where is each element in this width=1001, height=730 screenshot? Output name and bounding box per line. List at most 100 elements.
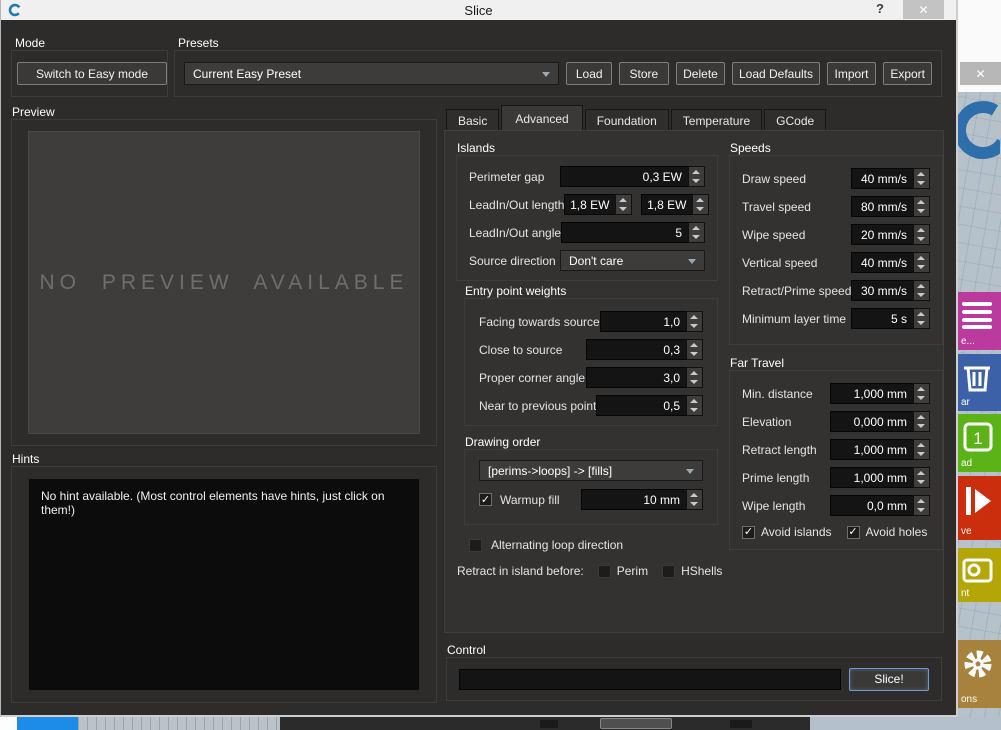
spinner-buttons[interactable] <box>692 194 709 215</box>
spinner-buttons[interactable] <box>913 308 930 329</box>
spin-value[interactable]: 0,0 mm <box>830 495 913 516</box>
export-button[interactable]: Export <box>883 62 932 85</box>
slice-button[interactable]: Slice! <box>849 668 929 691</box>
spinner-buttons[interactable] <box>686 311 703 332</box>
preset-select[interactable]: Current Easy Preset <box>184 62 559 85</box>
switch-to-easy-mode-button[interactable]: Switch to Easy mode <box>17 62 167 85</box>
warmup-fill-checkbox[interactable] <box>479 493 492 506</box>
spin-value[interactable]: 80 mm/s <box>851 196 913 217</box>
perim-checkbox[interactable] <box>598 565 611 578</box>
draw-speed-spinbox[interactable]: 40 mm/s <box>851 168 930 189</box>
load-defaults-button[interactable]: Load Defaults <box>732 62 819 85</box>
spin-value[interactable]: 1,000 mm <box>830 439 913 460</box>
dialog-close-button[interactable]: ✕ <box>903 0 944 19</box>
tab-basic[interactable]: Basic <box>446 109 499 131</box>
bottom-toolbar-button[interactable] <box>600 718 672 729</box>
spinner-buttons[interactable] <box>913 168 930 189</box>
avoid-islands-checkbox[interactable] <box>742 526 755 539</box>
spin-value[interactable]: 20 mm/s <box>851 224 913 245</box>
retract-perim-option: Perim <box>598 564 648 578</box>
spin-value[interactable]: 1,000 mm <box>830 383 913 404</box>
leadout-length-spinbox[interactable]: 1,8 EW <box>641 194 709 215</box>
drawing-order-select[interactable]: [perims->loops] -> [fills] <box>479 460 703 481</box>
field-label: Perimeter gap <box>469 170 544 184</box>
retract-length-spinbox[interactable]: 1,000 mm <box>830 439 930 460</box>
tab-gcode[interactable]: GCode <box>764 109 826 131</box>
close-to-source-spinbox[interactable]: 0,3 <box>586 339 703 360</box>
trash-icon <box>960 361 994 398</box>
spin-value[interactable]: 0,3 EW <box>560 166 688 187</box>
spin-value[interactable]: 1,000 mm <box>830 467 913 488</box>
leadinout-angle-spinbox[interactable]: 5 <box>561 222 705 243</box>
spinner-buttons[interactable] <box>615 194 632 215</box>
spinner-buttons[interactable] <box>913 252 930 273</box>
background-tile-clear[interactable]: ar <box>958 354 1001 411</box>
spin-value[interactable]: 0,000 mm <box>830 411 913 432</box>
dialog-body: Mode Switch to Easy mode Presets Current… <box>1 20 956 715</box>
spinner-buttons[interactable] <box>686 489 703 510</box>
hshells-checkbox[interactable] <box>662 565 675 578</box>
store-button[interactable]: Store <box>619 62 669 85</box>
vertical-speed-row: Vertical speed 40 mm/s <box>742 252 930 273</box>
spinner-buttons[interactable] <box>913 467 930 488</box>
spinner-buttons[interactable] <box>688 222 705 243</box>
spin-value[interactable]: 40 mm/s <box>851 168 913 189</box>
spinner-buttons[interactable] <box>686 367 703 388</box>
spin-value[interactable]: 1,8 EW <box>641 194 692 215</box>
spinner-buttons[interactable] <box>913 411 930 432</box>
field-label: Draw speed <box>742 172 806 186</box>
tab-foundation[interactable]: Foundation <box>585 109 669 131</box>
min-distance-spinbox[interactable]: 1,000 mm <box>830 383 930 404</box>
background-close-button[interactable]: ✕ <box>960 62 1001 85</box>
retract-prime-speed-spinbox[interactable]: 30 mm/s <box>851 280 930 301</box>
avoid-holes-checkbox[interactable] <box>847 526 860 539</box>
help-icon[interactable]: ? <box>872 1 888 16</box>
import-button[interactable]: Import <box>827 62 877 85</box>
spin-value[interactable]: 0,3 <box>586 339 686 360</box>
alternating-loop-checkbox[interactable] <box>469 539 482 552</box>
spin-value[interactable]: 3,0 <box>586 367 686 388</box>
source-direction-select[interactable]: Don't care <box>560 250 705 271</box>
tab-advanced[interactable]: Advanced <box>501 105 582 131</box>
background-tile-slice[interactable]: e... <box>958 292 1001 350</box>
facing-towards-source-spinbox[interactable]: 1,0 <box>600 311 703 332</box>
vertical-speed-spinbox[interactable]: 40 mm/s <box>851 252 930 273</box>
tab-temperature[interactable]: Temperature <box>671 109 762 131</box>
spin-value[interactable]: 0,5 <box>596 395 686 416</box>
spin-value[interactable]: 1,0 <box>600 311 686 332</box>
load-button[interactable]: Load <box>566 62 612 85</box>
spinner-buttons[interactable] <box>688 166 705 187</box>
near-to-previous-point-spinbox[interactable]: 0,5 <box>596 395 703 416</box>
spin-value[interactable]: 10 mm <box>581 489 686 510</box>
spin-value[interactable]: 40 mm/s <box>851 252 913 273</box>
warmup-fill-spinbox[interactable]: 10 mm <box>581 489 703 510</box>
background-tile-load[interactable]: 1 ad <box>958 414 1001 472</box>
spinner-buttons[interactable] <box>913 495 930 516</box>
spin-value[interactable]: 1,8 EW <box>564 194 615 215</box>
minimum-layer-time-spinbox[interactable]: 5 s <box>851 308 930 329</box>
spinner-buttons[interactable] <box>913 439 930 460</box>
wipe-length-spinbox[interactable]: 0,0 mm <box>830 495 930 516</box>
travel-speed-spinbox[interactable]: 80 mm/s <box>851 196 930 217</box>
spinner-buttons[interactable] <box>913 383 930 404</box>
background-tile-options[interactable]: ons <box>958 640 1001 708</box>
spinner-buttons[interactable] <box>913 224 930 245</box>
field-label: Facing towards source <box>479 315 600 329</box>
leadin-length-spinbox[interactable]: 1,8 EW <box>564 194 632 215</box>
prime-length-spinbox[interactable]: 1,000 mm <box>830 467 930 488</box>
spin-value[interactable]: 5 s <box>851 308 913 329</box>
proper-corner-angle-spinbox[interactable]: 3,0 <box>586 367 703 388</box>
background-tile-print[interactable]: nt <box>958 548 1001 602</box>
spinner-buttons[interactable] <box>686 395 703 416</box>
dialog-titlebar[interactable]: Slice ? ✕ <box>1 0 956 20</box>
spin-value[interactable]: 30 mm/s <box>851 280 913 301</box>
delete-button[interactable]: Delete <box>676 62 726 85</box>
spin-value[interactable]: 5 <box>561 222 688 243</box>
spinner-buttons[interactable] <box>913 196 930 217</box>
spinner-buttons[interactable] <box>913 280 930 301</box>
elevation-spinbox[interactable]: 0,000 mm <box>830 411 930 432</box>
perimeter-gap-spinbox[interactable]: 0,3 EW <box>560 166 705 187</box>
wipe-speed-spinbox[interactable]: 20 mm/s <box>851 224 930 245</box>
background-tile-save[interactable]: ve <box>958 476 1001 540</box>
spinner-buttons[interactable] <box>686 339 703 360</box>
